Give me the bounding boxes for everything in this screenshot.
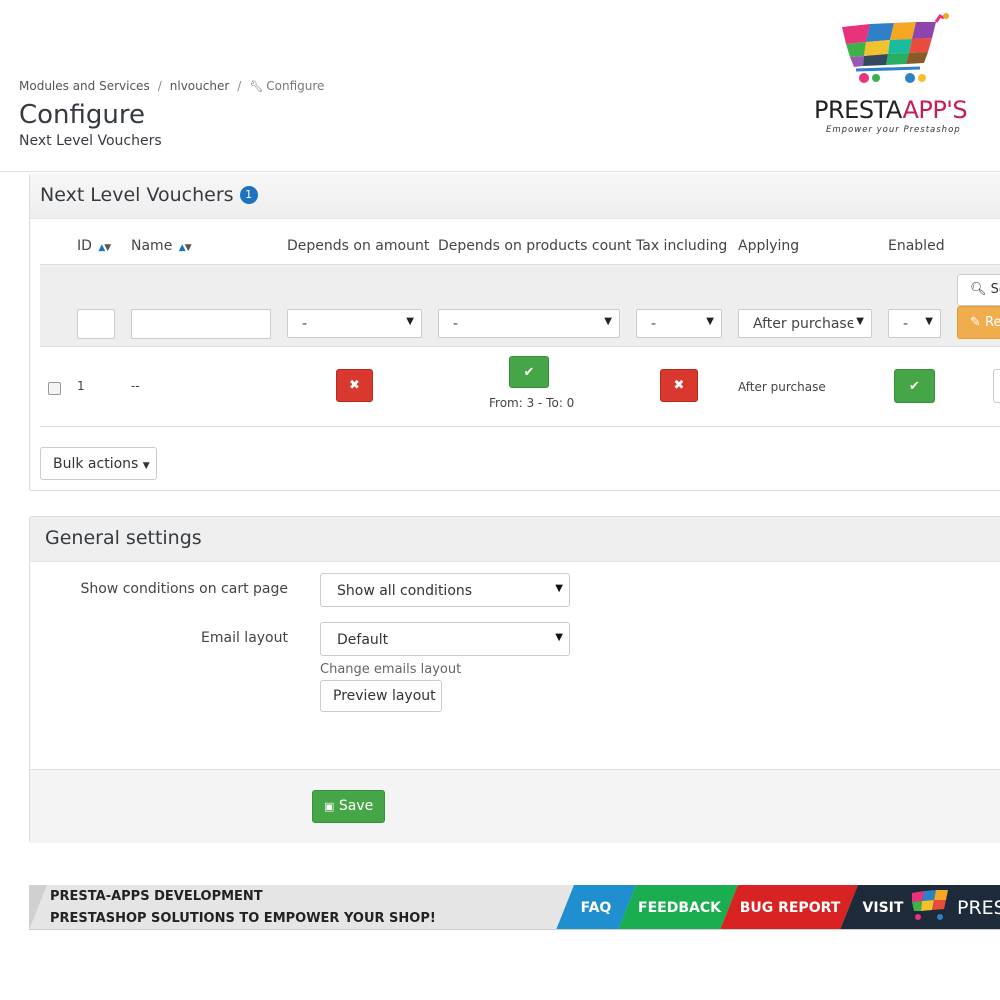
filter-depends-products-select[interactable]: - ▼: [438, 309, 620, 338]
breadcrumb: Modules and Services / nlvoucher / 🔧︎ Co…: [19, 79, 324, 93]
row-applying: After purchase: [738, 380, 826, 394]
email-layout-select[interactable]: Default ▼: [320, 622, 570, 656]
logo-name-accent: APP'S: [902, 96, 968, 124]
vouchers-panel-title: Next Level Vouchers 1: [40, 184, 258, 206]
floppy-disk-icon: ▣: [324, 800, 335, 813]
general-settings-panel: General settings Show conditions on cart…: [29, 516, 1000, 843]
row-name: --: [131, 379, 140, 393]
page-subtitle: Next Level Vouchers: [19, 133, 162, 149]
filter-applying-select[interactable]: After purchase ▼: [738, 309, 872, 338]
row-id: 1: [77, 379, 85, 393]
filter-applying-value: After purchase: [753, 316, 856, 332]
row-checkbox[interactable]: [48, 382, 61, 395]
logo-name-main: PRESTA: [814, 96, 903, 124]
eraser-icon: ✎: [970, 315, 981, 330]
breadcrumb-current: 🔧︎ Configure: [249, 79, 324, 93]
vouchers-title-text: Next Level Vouchers: [40, 184, 234, 206]
feedback-label: FEEDBACK: [638, 899, 721, 916]
feedback-link[interactable]: FEEDBACK: [632, 885, 727, 929]
email-layout-value: Default: [337, 632, 389, 648]
breadcrumb-nlvoucher[interactable]: nlvoucher: [170, 79, 230, 93]
page-title: Configure: [19, 100, 146, 130]
faq-link[interactable]: FAQ: [574, 885, 618, 929]
breadcrumb-modules[interactable]: Modules and Services: [19, 79, 150, 93]
sort-arrows-icon[interactable]: ▲▼: [179, 243, 192, 253]
banner-brand-fragment: PRES: [957, 885, 1000, 929]
sort-arrows-icon[interactable]: ▲▼: [98, 243, 111, 253]
search-button[interactable]: 🔍︎ Search: [957, 274, 1000, 306]
column-header-applying: Applying: [738, 238, 800, 254]
visit-label: VISIT: [862, 899, 904, 916]
presta-apps-banner: PRESTA-APPS DEVELOPMENT PRESTASHOP SOLUT…: [29, 885, 1000, 930]
shopping-cart-logo-icon: [842, 13, 949, 83]
column-id-label: ID: [77, 238, 92, 254]
reset-button[interactable]: ✎ Reset: [957, 306, 1000, 339]
caret-down-icon: ▼: [853, 316, 864, 327]
table-row: 1 -- ✖ ✔ From: 3 - To: 0 ✖ After purchas…: [40, 348, 1000, 427]
presta-apps-logo: PRESTAAPP'S Empower your Prestashop: [812, 12, 992, 147]
depends-products-enabled-icon[interactable]: ✔: [509, 356, 549, 388]
caret-down-icon: ▼: [555, 583, 563, 594]
caret-down-icon: ▼: [604, 316, 612, 327]
general-settings-title: General settings: [45, 527, 202, 549]
caret-down-icon: ▼: [142, 461, 150, 471]
filter-tax-including-select[interactable]: - ▼: [636, 309, 722, 338]
tax-including-disabled-icon[interactable]: ✖: [660, 369, 698, 402]
column-header-depends-products: Depends on products count: [438, 238, 632, 254]
enabled-status-icon[interactable]: ✔: [894, 369, 935, 403]
bulk-actions-label: Bulk actions: [53, 456, 139, 472]
save-button-label: Save: [338, 798, 374, 814]
column-header-id[interactable]: ID ▲▼: [77, 238, 111, 254]
filter-enabled-select[interactable]: - ▼: [888, 309, 941, 338]
bulk-actions-button[interactable]: Bulk actions ▼: [40, 447, 157, 480]
show-conditions-select[interactable]: Show all conditions ▼: [320, 573, 570, 607]
preview-layout-button[interactable]: Preview layout: [320, 680, 442, 712]
filter-depends-amount-select[interactable]: - ▼: [287, 309, 422, 338]
filter-tax-including-value: -: [651, 316, 657, 332]
filter-name-input[interactable]: [131, 309, 271, 339]
voucher-count-badge: 1: [239, 186, 258, 204]
vouchers-panel-header: Next Level Vouchers 1: [30, 173, 1000, 219]
faq-label: FAQ: [580, 899, 612, 916]
banner-line-1: PRESTA-APPS DEVELOPMENT: [50, 889, 263, 904]
wrench-icon: 🔧︎: [249, 79, 264, 93]
logo-wordmark: PRESTAAPP'S: [814, 96, 968, 124]
panel-footer: ▣ Save: [30, 769, 1000, 843]
email-layout-help: Change emails layout: [320, 662, 462, 677]
caret-down-icon: ▼: [555, 632, 563, 643]
filter-id-input[interactable]: [77, 309, 115, 339]
banner-brand-text: PRES: [957, 896, 1000, 919]
breadcrumb-separator: /: [157, 79, 162, 93]
depends-amount-disabled-icon[interactable]: ✖: [336, 369, 373, 402]
bug-report-label: BUG REPORT: [739, 899, 841, 916]
row-action-button[interactable]: [993, 369, 1000, 403]
depends-products-detail: From: 3 - To: 0: [489, 396, 575, 410]
bug-report-link[interactable]: BUG REPORT: [734, 885, 846, 929]
logo-tagline: Empower your Prestashop: [826, 125, 961, 135]
column-header-enabled: Enabled: [888, 238, 945, 254]
banner-line-2: PRESTASHOP SOLUTIONS TO EMPOWER YOUR SHO…: [50, 911, 436, 926]
email-layout-label: Email layout: [201, 630, 288, 646]
filter-depends-products-value: -: [453, 316, 459, 332]
breadcrumb-separator: /: [237, 79, 242, 93]
show-conditions-value: Show all conditions: [337, 583, 473, 599]
caret-down-icon: ▼: [406, 316, 414, 327]
search-icon: 🔍︎: [970, 282, 987, 297]
filter-depends-amount-value: -: [302, 316, 308, 332]
search-button-label: Search: [990, 282, 1000, 297]
caret-down-icon: ▼: [925, 316, 933, 327]
reset-button-label: Reset: [985, 315, 1000, 330]
filter-enabled-value: -: [903, 316, 909, 332]
save-button[interactable]: ▣ Save: [312, 790, 385, 823]
show-conditions-label: Show conditions on cart page: [80, 581, 288, 597]
breadcrumb-current-label: Configure: [266, 79, 325, 93]
banner-corner-decoration: [29, 885, 47, 929]
caret-down-icon: ▼: [706, 316, 714, 327]
column-header-name[interactable]: Name ▲▼: [131, 238, 192, 254]
column-name-label: Name: [131, 238, 173, 254]
column-header-tax-including: Tax including: [636, 238, 728, 254]
general-settings-header: General settings: [30, 517, 1000, 562]
column-header-depends-amount: Depends on amount: [287, 238, 430, 254]
visit-link[interactable]: VISIT: [855, 885, 911, 929]
